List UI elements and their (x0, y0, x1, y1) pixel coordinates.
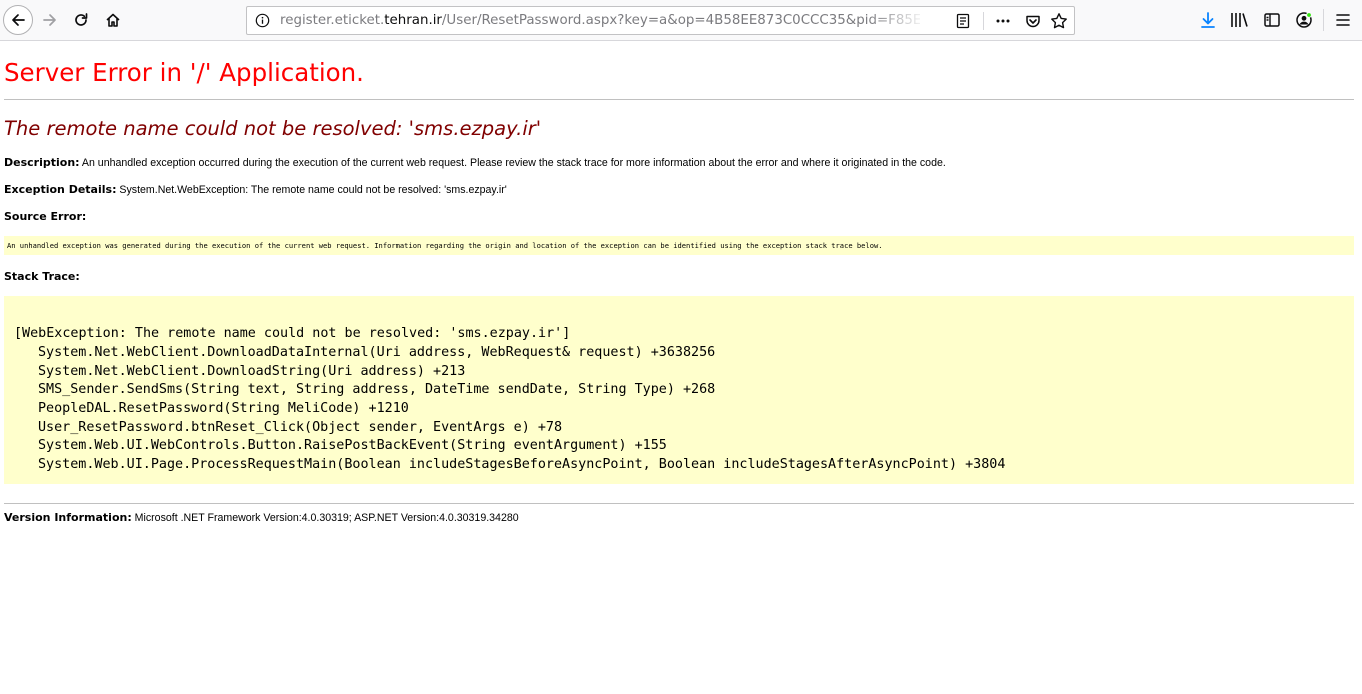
version-text: Microsoft .NET Framework Version:4.0.303… (131, 512, 519, 524)
star-icon[interactable] (1050, 12, 1068, 30)
url-path: /User/ResetPassword.aspx?key=a&op=4B58EE… (441, 13, 920, 28)
urlbar-separator (983, 12, 984, 30)
url-prefix: register.eticket. (280, 13, 385, 28)
source-error-text: An unhandled exception was generated dur… (7, 241, 883, 250)
page-title: Server Error in '/' Application. (4, 58, 364, 87)
stack-trace-frame: PeopleDAL.ResetPassword(String MeliCode)… (38, 401, 409, 416)
stack-trace-header: [WebException: The remote name could not… (14, 326, 571, 341)
stack-trace-frame: System.Net.WebClient.DownloadString(Uri … (38, 364, 466, 379)
address-bar[interactable]: register.eticket.tehran.ir/User/ResetPas… (246, 6, 1075, 35)
url-fade (867, 8, 927, 33)
description-text: An unhandled exception occurred during t… (79, 157, 946, 169)
stack-trace-box: [WebException: The remote name could not… (4, 296, 1354, 484)
description-label: Description: (4, 156, 80, 169)
home-icon (106, 13, 120, 27)
account-icon[interactable] (1295, 11, 1313, 29)
library-icon[interactable] (1230, 11, 1250, 29)
back-arrow-icon (12, 14, 25, 26)
home-button[interactable] (98, 5, 128, 35)
reload-button[interactable] (66, 5, 96, 35)
divider-top (4, 99, 1354, 100)
exception-label: Exception Details: (4, 183, 117, 196)
back-button[interactable] (3, 5, 33, 35)
sidebar-icon[interactable] (1263, 11, 1281, 29)
hamburger-menu-icon[interactable] (1335, 11, 1351, 29)
forward-button[interactable] (35, 5, 65, 35)
reload-icon (75, 13, 88, 26)
version-info-line: Version Information: Microsoft .NET Fram… (4, 511, 519, 524)
source-error-box: An unhandled exception was generated dur… (4, 236, 1354, 255)
browser-toolbar: register.eticket.tehran.ir/User/ResetPas… (0, 0, 1362, 41)
stack-trace-line: Stack Trace: (4, 270, 80, 283)
source-error-line: Source Error: (4, 210, 86, 223)
error-message: The remote name could not be resolved: '… (4, 117, 542, 140)
stack-trace-frame: User_ResetPassword.btnReset_Click(Object… (38, 420, 563, 435)
divider-bottom (4, 503, 1354, 504)
pocket-icon[interactable] (1025, 13, 1041, 29)
stack-trace-label: Stack Trace: (4, 270, 80, 283)
version-label: Version Information: (4, 511, 132, 524)
description-line: Description: An unhandled exception occu… (4, 156, 946, 169)
stack-trace-frame: SMS_Sender.SendSms(String text, String a… (38, 382, 716, 397)
url-text[interactable]: register.eticket.tehran.ir/User/ResetPas… (280, 7, 920, 34)
more-dots-icon[interactable] (995, 13, 1011, 29)
info-icon[interactable] (255, 13, 270, 28)
exception-details-line: Exception Details: System.Net.WebExcepti… (4, 183, 507, 196)
stack-trace-frame: System.Net.WebClient.DownloadDataInterna… (38, 345, 716, 360)
url-host: tehran.ir (384, 13, 442, 28)
toolbar-separator (1323, 9, 1324, 31)
stack-trace-frame: System.Web.UI.Page.ProcessRequestMain(Bo… (38, 457, 1006, 472)
source-error-label: Source Error: (4, 210, 87, 223)
forward-arrow-icon (43, 14, 56, 26)
reader-view-icon[interactable] (955, 13, 971, 29)
download-icon[interactable] (1199, 11, 1217, 29)
stack-trace-frame: System.Web.UI.WebControls.Button.RaisePo… (38, 438, 667, 453)
exception-text: System.Net.WebException: The remote name… (116, 184, 507, 196)
